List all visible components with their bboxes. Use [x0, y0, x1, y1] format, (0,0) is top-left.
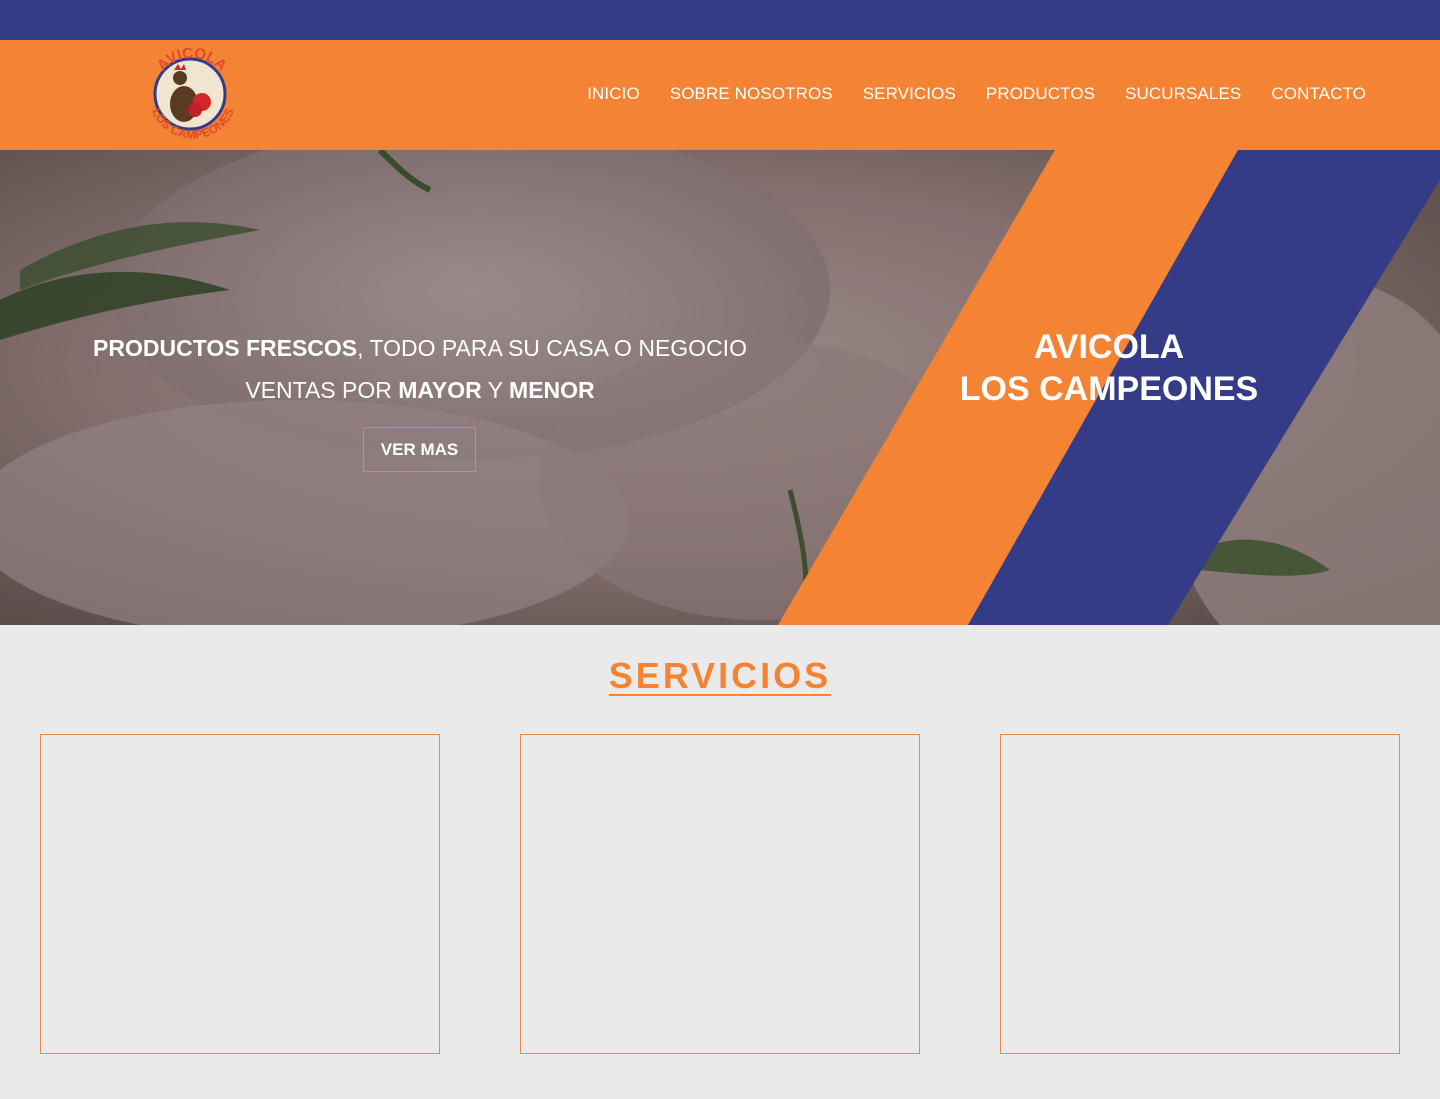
service-card-3[interactable]: [1000, 734, 1400, 1054]
hero-headline: PRODUCTOS FRESCOS, TODO PARA SU CASA O N…: [93, 335, 747, 361]
navbar: AVICOLA LOS CAMPEONES INICIO SOBRE NOSOT…: [0, 40, 1440, 150]
nav-contacto[interactable]: CONTACTO: [1271, 84, 1366, 104]
service-card-1[interactable]: [40, 734, 440, 1054]
nav-inicio[interactable]: INICIO: [587, 84, 640, 104]
nav-sucursales[interactable]: SUCURSALES: [1125, 84, 1241, 104]
hero-banner: PRODUCTOS FRESCOS, TODO PARA SU CASA O N…: [0, 150, 1440, 625]
services-section-title: SERVICIOS: [0, 655, 1440, 697]
ver-mas-button[interactable]: VER MAS: [363, 427, 476, 472]
hero-text: PRODUCTOS FRESCOS, TODO PARA SU CASA O N…: [0, 327, 840, 411]
logo[interactable]: AVICOLA LOS CAMPEONES: [140, 44, 245, 148]
nav-sobre-nosotros[interactable]: SOBRE NOSOTROS: [670, 84, 833, 104]
services-heading: SERVICIOS: [608, 655, 832, 696]
nav-servicios[interactable]: SERVICIOS: [863, 84, 956, 104]
main-nav: INICIO SOBRE NOSOTROS SERVICIOS PRODUCTO…: [557, 84, 1366, 104]
top-bar: [0, 0, 1440, 40]
service-card-2[interactable]: [520, 734, 920, 1054]
hero-brand-title: AVICOLA LOS CAMPEONES: [959, 328, 1259, 408]
hero-subheadline: VENTAS POR MAYOR Y MENOR: [245, 377, 595, 403]
nav-productos[interactable]: PRODUCTOS: [986, 84, 1095, 104]
